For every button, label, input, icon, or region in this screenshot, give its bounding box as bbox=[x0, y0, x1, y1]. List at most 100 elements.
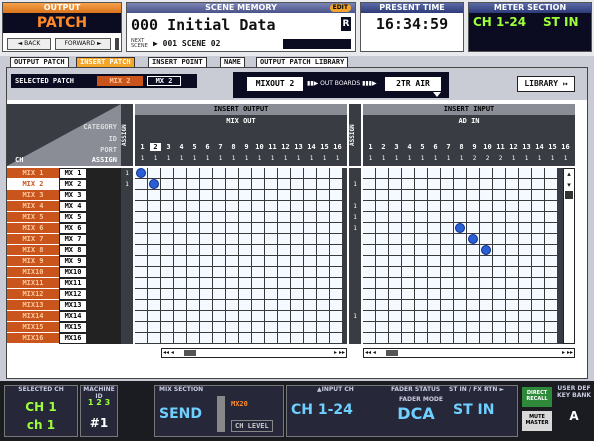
patch-cell[interactable] bbox=[454, 322, 467, 333]
patch-cell[interactable] bbox=[252, 168, 265, 179]
patch-cell[interactable] bbox=[330, 289, 343, 300]
patch-cell[interactable] bbox=[493, 322, 506, 333]
patch-cell[interactable] bbox=[519, 168, 532, 179]
patch-cell[interactable] bbox=[148, 311, 161, 322]
patch-cell[interactable] bbox=[148, 322, 161, 333]
patch-cell[interactable] bbox=[376, 234, 389, 245]
patch-cell[interactable] bbox=[441, 278, 454, 289]
patch-cell[interactable] bbox=[480, 267, 493, 278]
patch-cell[interactable] bbox=[402, 190, 415, 201]
patch-cell[interactable] bbox=[389, 289, 402, 300]
output-hscrollbar[interactable]: ◂◂ ◂ ▸ ▸▸ bbox=[161, 348, 347, 358]
patch-cell[interactable] bbox=[467, 333, 480, 344]
patch-cell[interactable] bbox=[402, 256, 415, 267]
patch-cell[interactable] bbox=[441, 256, 454, 267]
patch-cell[interactable] bbox=[493, 190, 506, 201]
mix-channel-button[interactable]: MX 4 bbox=[59, 201, 87, 212]
patch-dot[interactable] bbox=[481, 245, 491, 255]
patch-cell[interactable] bbox=[291, 311, 304, 322]
patch-cell[interactable] bbox=[363, 267, 376, 278]
patch-cell[interactable] bbox=[545, 256, 558, 267]
patch-cell[interactable] bbox=[148, 245, 161, 256]
mix-channel-button[interactable]: MX 7 bbox=[59, 234, 87, 245]
patch-cell[interactable] bbox=[252, 201, 265, 212]
patch-cell[interactable] bbox=[376, 278, 389, 289]
patch-cell[interactable] bbox=[291, 322, 304, 333]
patch-cell[interactable] bbox=[278, 311, 291, 322]
patch-dot[interactable] bbox=[455, 223, 465, 233]
patch-cell[interactable] bbox=[291, 223, 304, 234]
patch-cell[interactable] bbox=[213, 300, 226, 311]
forward-button[interactable]: FORWARD ► bbox=[55, 38, 111, 50]
patch-cell[interactable] bbox=[291, 267, 304, 278]
patch-cell[interactable] bbox=[454, 256, 467, 267]
patch-cell[interactable] bbox=[200, 201, 213, 212]
mix-channel-button[interactable]: MX10 bbox=[59, 267, 87, 278]
patch-cell[interactable] bbox=[291, 168, 304, 179]
patch-cell[interactable] bbox=[213, 245, 226, 256]
hscroll-thumb[interactable] bbox=[184, 350, 196, 356]
patch-cell[interactable] bbox=[415, 256, 428, 267]
patch-cell[interactable] bbox=[278, 201, 291, 212]
patch-cell[interactable] bbox=[376, 201, 389, 212]
patch-cell[interactable] bbox=[330, 245, 343, 256]
patch-cell[interactable] bbox=[265, 212, 278, 223]
patch-cell[interactable] bbox=[239, 267, 252, 278]
patch-cell[interactable] bbox=[226, 201, 239, 212]
patch-cell[interactable] bbox=[545, 278, 558, 289]
patch-cell[interactable] bbox=[506, 289, 519, 300]
patch-cell[interactable] bbox=[187, 212, 200, 223]
patch-cell[interactable] bbox=[519, 267, 532, 278]
patch-cell[interactable] bbox=[467, 212, 480, 223]
patch-cell[interactable] bbox=[389, 322, 402, 333]
patch-cell[interactable] bbox=[252, 223, 265, 234]
patch-cell[interactable] bbox=[389, 300, 402, 311]
patch-cell[interactable] bbox=[428, 300, 441, 311]
patch-cell[interactable] bbox=[428, 278, 441, 289]
patch-cell[interactable] bbox=[187, 179, 200, 190]
patch-cell[interactable] bbox=[506, 311, 519, 322]
patch-cell[interactable] bbox=[493, 311, 506, 322]
patch-cell[interactable] bbox=[304, 201, 317, 212]
patch-cell[interactable] bbox=[213, 256, 226, 267]
patch-cell[interactable] bbox=[239, 256, 252, 267]
patch-cell[interactable] bbox=[519, 234, 532, 245]
patch-cell[interactable] bbox=[161, 267, 174, 278]
patch-cell[interactable] bbox=[389, 311, 402, 322]
patch-cell[interactable] bbox=[363, 190, 376, 201]
patch-cell[interactable] bbox=[467, 256, 480, 267]
patch-cell[interactable] bbox=[200, 267, 213, 278]
patch-cell[interactable] bbox=[480, 311, 493, 322]
patch-cell[interactable] bbox=[226, 322, 239, 333]
patch-cell[interactable] bbox=[467, 190, 480, 201]
patch-cell[interactable] bbox=[389, 245, 402, 256]
patch-cell[interactable] bbox=[200, 223, 213, 234]
channel-label[interactable]: MIX 4 bbox=[7, 201, 59, 212]
patch-cell[interactable] bbox=[363, 168, 376, 179]
patch-cell[interactable] bbox=[415, 245, 428, 256]
channel-label[interactable]: MIX 5 bbox=[7, 212, 59, 223]
patch-cell[interactable] bbox=[454, 201, 467, 212]
mix-channel-button[interactable]: MX14 bbox=[59, 311, 87, 322]
patch-cell[interactable] bbox=[278, 289, 291, 300]
patch-cell[interactable] bbox=[213, 267, 226, 278]
patch-cell[interactable] bbox=[402, 311, 415, 322]
patch-cell[interactable] bbox=[265, 190, 278, 201]
patch-cell[interactable] bbox=[226, 333, 239, 344]
scroll-up-icon[interactable]: ▴ bbox=[564, 169, 574, 179]
patch-cell[interactable] bbox=[200, 179, 213, 190]
patch-cell[interactable] bbox=[226, 256, 239, 267]
channel-label[interactable]: MIX15 bbox=[7, 322, 59, 333]
patch-cell[interactable] bbox=[135, 223, 148, 234]
patch-cell[interactable] bbox=[200, 168, 213, 179]
patch-cell[interactable] bbox=[454, 289, 467, 300]
patch-cell[interactable] bbox=[415, 311, 428, 322]
patch-cell[interactable] bbox=[519, 245, 532, 256]
patch-cell[interactable] bbox=[148, 223, 161, 234]
patch-cell[interactable] bbox=[265, 234, 278, 245]
patch-cell[interactable] bbox=[252, 267, 265, 278]
patch-cell[interactable] bbox=[213, 190, 226, 201]
patch-cell[interactable] bbox=[317, 278, 330, 289]
patch-cell[interactable] bbox=[519, 289, 532, 300]
patch-cell[interactable] bbox=[226, 278, 239, 289]
